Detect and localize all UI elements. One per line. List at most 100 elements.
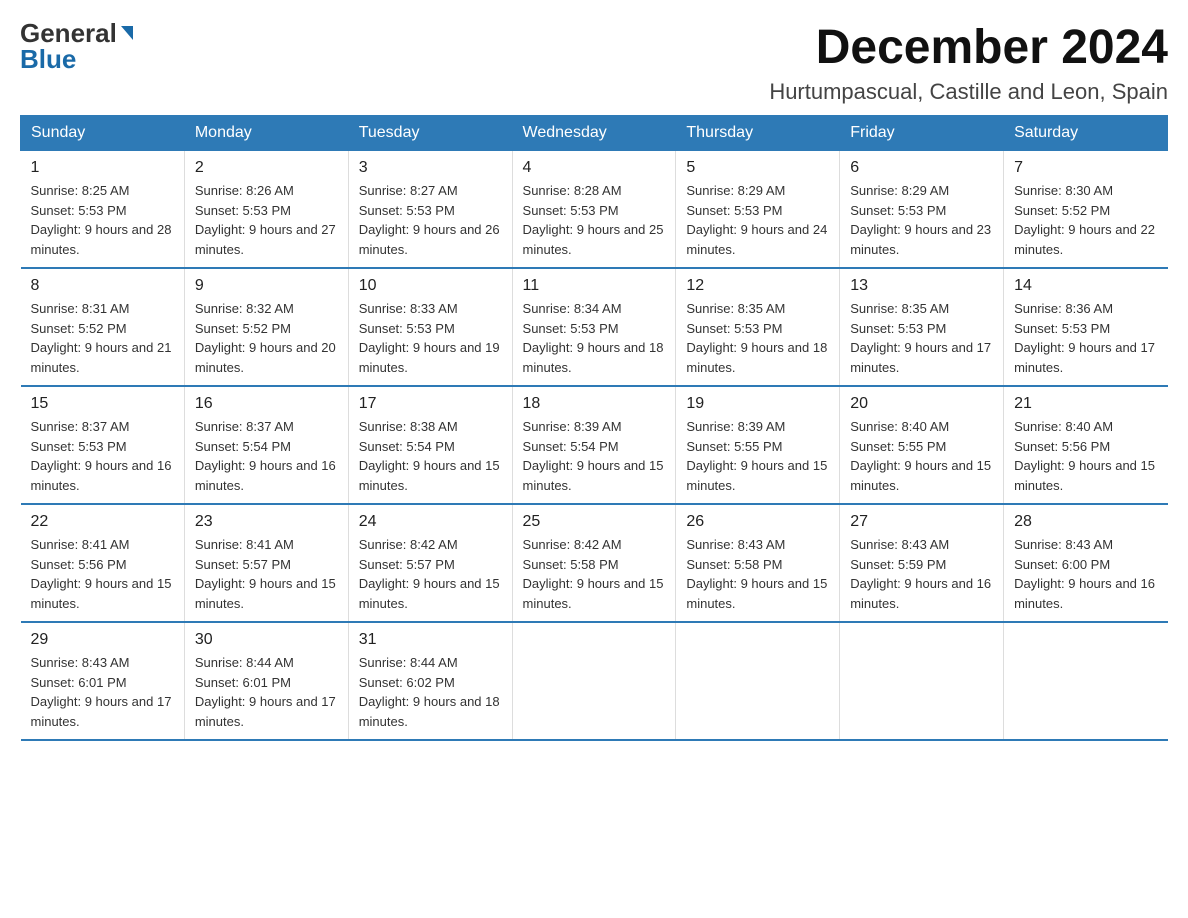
day-number: 10 xyxy=(359,277,502,295)
calendar-header-cell: Friday xyxy=(840,116,1004,151)
calendar-day-cell: 2 Sunrise: 8:26 AM Sunset: 5:53 PM Dayli… xyxy=(184,151,348,269)
day-number: 17 xyxy=(359,395,502,413)
calendar-day-cell: 29 Sunrise: 8:43 AM Sunset: 6:01 PM Dayl… xyxy=(21,622,185,740)
calendar-day-cell: 23 Sunrise: 8:41 AM Sunset: 5:57 PM Dayl… xyxy=(184,504,348,622)
day-number: 4 xyxy=(523,159,666,177)
logo-general-text: General xyxy=(20,20,117,46)
calendar-day-cell: 16 Sunrise: 8:37 AM Sunset: 5:54 PM Dayl… xyxy=(184,386,348,504)
calendar-day-cell xyxy=(676,622,840,740)
day-number: 19 xyxy=(686,395,829,413)
calendar-day-cell: 27 Sunrise: 8:43 AM Sunset: 5:59 PM Dayl… xyxy=(840,504,1004,622)
day-info: Sunrise: 8:43 AM Sunset: 6:00 PM Dayligh… xyxy=(1014,535,1157,613)
calendar-day-cell: 9 Sunrise: 8:32 AM Sunset: 5:52 PM Dayli… xyxy=(184,268,348,386)
page-header: General Blue December 2024 Hurtumpascual… xyxy=(20,20,1168,105)
day-number: 9 xyxy=(195,277,338,295)
calendar-day-cell: 11 Sunrise: 8:34 AM Sunset: 5:53 PM Dayl… xyxy=(512,268,676,386)
day-info: Sunrise: 8:37 AM Sunset: 5:54 PM Dayligh… xyxy=(195,417,338,495)
calendar-header-cell: Tuesday xyxy=(348,116,512,151)
calendar-header-cell: Thursday xyxy=(676,116,840,151)
calendar-week-row: 15 Sunrise: 8:37 AM Sunset: 5:53 PM Dayl… xyxy=(21,386,1168,504)
logo: General Blue xyxy=(20,20,133,72)
day-info: Sunrise: 8:34 AM Sunset: 5:53 PM Dayligh… xyxy=(523,299,666,377)
day-info: Sunrise: 8:32 AM Sunset: 5:52 PM Dayligh… xyxy=(195,299,338,377)
day-number: 6 xyxy=(850,159,993,177)
calendar-day-cell: 17 Sunrise: 8:38 AM Sunset: 5:54 PM Dayl… xyxy=(348,386,512,504)
day-number: 11 xyxy=(523,277,666,295)
calendar-day-cell: 6 Sunrise: 8:29 AM Sunset: 5:53 PM Dayli… xyxy=(840,151,1004,269)
calendar-header-cell: Sunday xyxy=(21,116,185,151)
day-info: Sunrise: 8:35 AM Sunset: 5:53 PM Dayligh… xyxy=(850,299,993,377)
day-info: Sunrise: 8:39 AM Sunset: 5:55 PM Dayligh… xyxy=(686,417,829,495)
day-info: Sunrise: 8:41 AM Sunset: 5:56 PM Dayligh… xyxy=(31,535,174,613)
day-info: Sunrise: 8:43 AM Sunset: 5:58 PM Dayligh… xyxy=(686,535,829,613)
day-info: Sunrise: 8:43 AM Sunset: 6:01 PM Dayligh… xyxy=(31,653,174,731)
calendar-day-cell: 31 Sunrise: 8:44 AM Sunset: 6:02 PM Dayl… xyxy=(348,622,512,740)
calendar-day-cell: 10 Sunrise: 8:33 AM Sunset: 5:53 PM Dayl… xyxy=(348,268,512,386)
day-info: Sunrise: 8:31 AM Sunset: 5:52 PM Dayligh… xyxy=(31,299,174,377)
day-number: 20 xyxy=(850,395,993,413)
day-number: 13 xyxy=(850,277,993,295)
calendar-day-cell: 3 Sunrise: 8:27 AM Sunset: 5:53 PM Dayli… xyxy=(348,151,512,269)
calendar-day-cell: 21 Sunrise: 8:40 AM Sunset: 5:56 PM Dayl… xyxy=(1004,386,1168,504)
calendar-day-cell: 28 Sunrise: 8:43 AM Sunset: 6:00 PM Dayl… xyxy=(1004,504,1168,622)
calendar-day-cell: 24 Sunrise: 8:42 AM Sunset: 5:57 PM Dayl… xyxy=(348,504,512,622)
title-block: December 2024 Hurtumpascual, Castille an… xyxy=(769,20,1168,105)
day-info: Sunrise: 8:35 AM Sunset: 5:53 PM Dayligh… xyxy=(686,299,829,377)
day-info: Sunrise: 8:30 AM Sunset: 5:52 PM Dayligh… xyxy=(1014,181,1157,259)
calendar-week-row: 22 Sunrise: 8:41 AM Sunset: 5:56 PM Dayl… xyxy=(21,504,1168,622)
calendar-day-cell: 22 Sunrise: 8:41 AM Sunset: 5:56 PM Dayl… xyxy=(21,504,185,622)
day-number: 1 xyxy=(31,159,174,177)
calendar-week-row: 8 Sunrise: 8:31 AM Sunset: 5:52 PM Dayli… xyxy=(21,268,1168,386)
day-number: 8 xyxy=(31,277,174,295)
day-info: Sunrise: 8:36 AM Sunset: 5:53 PM Dayligh… xyxy=(1014,299,1157,377)
day-number: 31 xyxy=(359,631,502,649)
day-info: Sunrise: 8:29 AM Sunset: 5:53 PM Dayligh… xyxy=(850,181,993,259)
day-info: Sunrise: 8:27 AM Sunset: 5:53 PM Dayligh… xyxy=(359,181,502,259)
day-number: 5 xyxy=(686,159,829,177)
calendar-day-cell: 26 Sunrise: 8:43 AM Sunset: 5:58 PM Dayl… xyxy=(676,504,840,622)
day-info: Sunrise: 8:37 AM Sunset: 5:53 PM Dayligh… xyxy=(31,417,174,495)
calendar-day-cell: 19 Sunrise: 8:39 AM Sunset: 5:55 PM Dayl… xyxy=(676,386,840,504)
day-info: Sunrise: 8:43 AM Sunset: 5:59 PM Dayligh… xyxy=(850,535,993,613)
logo-blue-text: Blue xyxy=(20,46,76,72)
calendar-header-cell: Wednesday xyxy=(512,116,676,151)
day-number: 25 xyxy=(523,513,666,531)
day-info: Sunrise: 8:42 AM Sunset: 5:58 PM Dayligh… xyxy=(523,535,666,613)
calendar-day-cell xyxy=(1004,622,1168,740)
day-number: 23 xyxy=(195,513,338,531)
day-number: 22 xyxy=(31,513,174,531)
day-number: 12 xyxy=(686,277,829,295)
day-info: Sunrise: 8:44 AM Sunset: 6:02 PM Dayligh… xyxy=(359,653,502,731)
day-info: Sunrise: 8:44 AM Sunset: 6:01 PM Dayligh… xyxy=(195,653,338,731)
calendar-table: SundayMondayTuesdayWednesdayThursdayFrid… xyxy=(20,115,1168,741)
day-number: 28 xyxy=(1014,513,1157,531)
day-info: Sunrise: 8:28 AM Sunset: 5:53 PM Dayligh… xyxy=(523,181,666,259)
month-title: December 2024 xyxy=(769,20,1168,75)
calendar-header: SundayMondayTuesdayWednesdayThursdayFrid… xyxy=(21,116,1168,151)
calendar-day-cell: 12 Sunrise: 8:35 AM Sunset: 5:53 PM Dayl… xyxy=(676,268,840,386)
day-number: 30 xyxy=(195,631,338,649)
calendar-header-cell: Monday xyxy=(184,116,348,151)
calendar-day-cell: 25 Sunrise: 8:42 AM Sunset: 5:58 PM Dayl… xyxy=(512,504,676,622)
day-number: 2 xyxy=(195,159,338,177)
calendar-day-cell xyxy=(512,622,676,740)
day-number: 18 xyxy=(523,395,666,413)
day-info: Sunrise: 8:25 AM Sunset: 5:53 PM Dayligh… xyxy=(31,181,174,259)
day-number: 24 xyxy=(359,513,502,531)
day-number: 7 xyxy=(1014,159,1157,177)
day-info: Sunrise: 8:39 AM Sunset: 5:54 PM Dayligh… xyxy=(523,417,666,495)
calendar-day-cell: 7 Sunrise: 8:30 AM Sunset: 5:52 PM Dayli… xyxy=(1004,151,1168,269)
calendar-day-cell xyxy=(840,622,1004,740)
logo-arrow-icon xyxy=(121,26,133,40)
day-info: Sunrise: 8:40 AM Sunset: 5:56 PM Dayligh… xyxy=(1014,417,1157,495)
calendar-day-cell: 13 Sunrise: 8:35 AM Sunset: 5:53 PM Dayl… xyxy=(840,268,1004,386)
day-number: 27 xyxy=(850,513,993,531)
day-info: Sunrise: 8:33 AM Sunset: 5:53 PM Dayligh… xyxy=(359,299,502,377)
day-number: 21 xyxy=(1014,395,1157,413)
location-title: Hurtumpascual, Castille and Leon, Spain xyxy=(769,79,1168,105)
day-number: 26 xyxy=(686,513,829,531)
calendar-day-cell: 1 Sunrise: 8:25 AM Sunset: 5:53 PM Dayli… xyxy=(21,151,185,269)
day-info: Sunrise: 8:40 AM Sunset: 5:55 PM Dayligh… xyxy=(850,417,993,495)
calendar-day-cell: 20 Sunrise: 8:40 AM Sunset: 5:55 PM Dayl… xyxy=(840,386,1004,504)
calendar-day-cell: 14 Sunrise: 8:36 AM Sunset: 5:53 PM Dayl… xyxy=(1004,268,1168,386)
